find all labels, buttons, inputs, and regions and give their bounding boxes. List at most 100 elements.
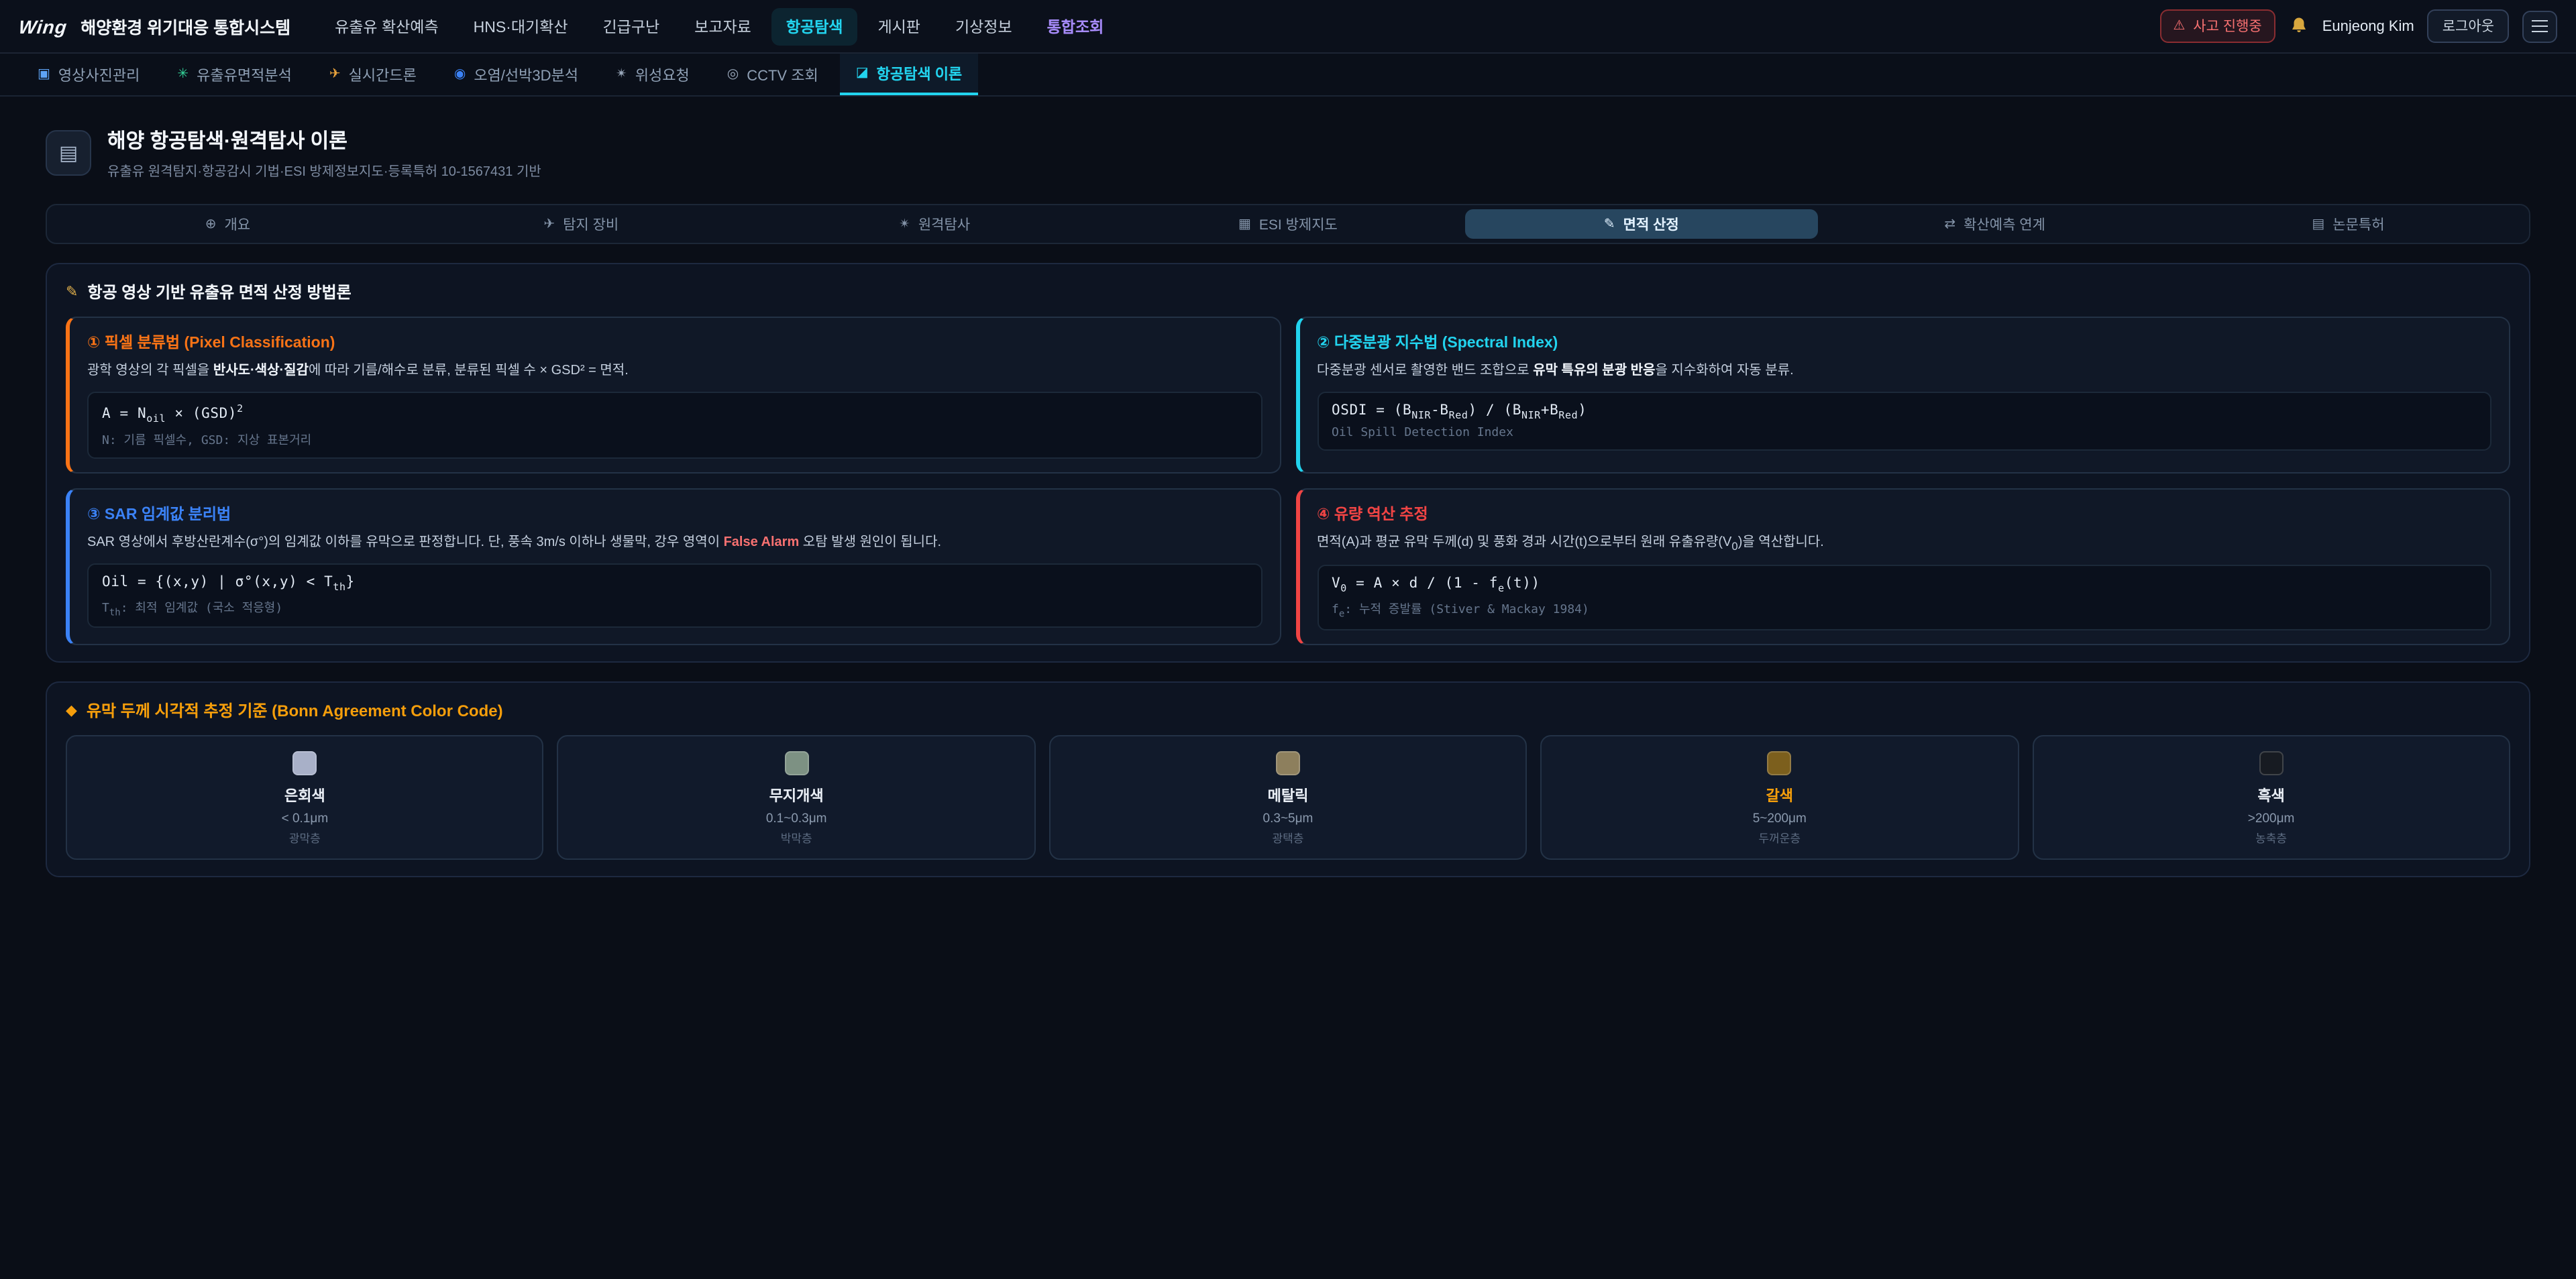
method-card-title: ② 다중분광 지수법 (Spectral Index) <box>1317 331 2491 353</box>
method-card-title: ④ 유량 역산 추정 <box>1317 502 2491 524</box>
page-subtitle: 유출유 원격탐지·항공감시 기법·ESI 방제정보지도·등록특허 10-1567… <box>107 160 541 180</box>
subtab-label: 항공탐색 이론 <box>877 62 963 84</box>
subnav-tab-satellite-request[interactable]: ✴ 위성요청 <box>600 54 706 95</box>
tab-area-calculation[interactable]: ✎ 면적 산정 <box>1464 209 1818 239</box>
top-navbar: Wing 해양환경 위기대응 통합시스템 유출유 확산예측 HNS·대기확산 긴… <box>0 0 2576 54</box>
subnav-tab-ship-3d-analysis[interactable]: ◉ 오염/선박3D분석 <box>438 54 594 95</box>
document-icon: ▤ <box>2312 217 2324 231</box>
method-card-body: 면적(A)과 평균 유막 두께(d) 및 풍화 경과 시간(t)으로부터 원래 … <box>1317 532 2491 554</box>
sub-navbar: ▣ 영상사진관리 ✳ 유출유면적분석 ✈ 실시간드론 ◉ 오염/선박3D분석 ✴… <box>0 54 2576 97</box>
nav-item-hns-diffusion[interactable]: HNS·대기확산 <box>459 7 583 45</box>
subtab-label: 영상사진관리 <box>58 64 140 85</box>
formula-box: OSDI = (BNIR-BRed) / (BNIR+BRed) Oil Spi… <box>1317 392 2491 451</box>
subnav-tab-oil-area-analysis[interactable]: ✳ 유출유면적분석 <box>161 54 307 95</box>
tab-overview[interactable]: ⊕ 개요 <box>51 209 405 239</box>
subnav-tab-aerial-theory[interactable]: ◪ 항공탐색 이론 <box>840 54 978 95</box>
bonn-color-name: 은회색 <box>80 785 529 806</box>
bonn-color-name: 흑색 <box>2047 785 2496 806</box>
subtab-label: 오염/선박3D분석 <box>474 64 578 85</box>
method-card-body: 다중분광 센서로 촬영한 밴드 조합으로 유막 특유의 분광 반응을 지수화하여… <box>1317 361 2491 381</box>
drone-icon: ✈ <box>329 67 341 82</box>
nav-item-spill-prediction[interactable]: 유출유 확산예측 <box>320 7 453 45</box>
bonn-thickness-range: 5~200μm <box>1555 812 2004 826</box>
nav-item-aerial-search[interactable]: 항공탐색 <box>771 7 858 45</box>
bonn-layer-label: 두꺼운층 <box>1555 830 2004 846</box>
incident-status-badge[interactable]: ⚠ 사고 진행중 <box>2159 9 2275 43</box>
menu-button[interactable] <box>2522 10 2557 42</box>
tab-detection-equipment[interactable]: ✈ 탐지 장비 <box>405 209 758 239</box>
tab-diffusion-link[interactable]: ⇄ 확산예측 연계 <box>1818 209 2171 239</box>
formula: Oil = {(x,y) | σ°(x,y) < Tth} <box>102 573 1247 592</box>
method-card-body: SAR 영상에서 후방산란계수(σ°)의 임계값 이하를 유막으로 판정합니다.… <box>87 532 1262 552</box>
method-card-title: ① 픽셀 분류법 (Pixel Classification) <box>87 331 1262 353</box>
method-card-title: ③ SAR 임계값 분리법 <box>87 502 1262 524</box>
color-swatch <box>292 751 317 775</box>
sphere-icon: ◉ <box>454 67 466 82</box>
asterisk-icon: ✳ <box>177 67 189 82</box>
nav-item-integrated-search[interactable]: 통합조회 <box>1032 7 1119 45</box>
link-icon: ⇄ <box>1944 217 1955 231</box>
map-icon: ▦ <box>1238 217 1251 231</box>
formula-note: fe: 누적 증발률 (Stiver & Mackay 1984) <box>1332 600 2477 620</box>
bonn-thickness-range: 0.1~0.3μm <box>572 812 1021 826</box>
cctv-icon: ◎ <box>727 67 739 82</box>
image-icon: ▣ <box>38 67 50 82</box>
tab-esi-map[interactable]: ▦ ESI 방제지도 <box>1112 209 1465 239</box>
nav-item-emergency-rescue[interactable]: 긴급구난 <box>588 7 675 45</box>
bonn-card-black: 흑색 >200μm 농축층 <box>2032 735 2510 860</box>
formula-note: Tth: 최적 임계값 (국소 적응형) <box>102 598 1247 618</box>
bonn-thickness-range: 0.3~5μm <box>1064 812 1513 826</box>
method-card-sar-threshold: ③ SAR 임계값 분리법 SAR 영상에서 후방산란계수(σ°)의 임계값 이… <box>66 488 1281 645</box>
method-card-body: 광학 영상의 각 픽셀을 반사도·색상·질감에 따라 기름/해수로 분류, 분류… <box>87 361 1262 381</box>
formula: OSDI = (BNIR-BRed) / (BNIR+BRed) <box>1332 402 2477 421</box>
subnav-tab-realtime-drone[interactable]: ✈ 실시간드론 <box>313 54 433 95</box>
bonn-layer-label: 농축층 <box>2047 830 2496 846</box>
bonn-card-silver: 은회색 < 0.1μm 광막층 <box>66 735 544 860</box>
bonn-thickness-range: < 0.1μm <box>80 812 529 826</box>
method-card-pixel-classification: ① 픽셀 분류법 (Pixel Classification) 광학 영상의 각… <box>66 317 1281 473</box>
theory-page-icon: ▤ <box>46 130 91 176</box>
tab-remote-sensing[interactable]: ✴ 원격탐사 <box>758 209 1112 239</box>
bonn-color-name: 무지개색 <box>572 785 1021 806</box>
formula-box: V0 = A × d / (1 - fe(t)) fe: 누적 증발률 (Sti… <box>1317 565 2491 630</box>
logout-button[interactable]: 로그아웃 <box>2428 9 2509 43</box>
bonn-color-name: 메탈릭 <box>1064 785 1513 806</box>
bonn-cards-grid: 은회색 < 0.1μm 광막층 무지개색 0.1~0.3μm 박막층 메탈릭 0… <box>66 735 2510 860</box>
palette-icon: ◆ <box>66 702 77 719</box>
formula-box: A = Noil × (GSD)2 N: 기름 픽셀수, GSD: 지상 표본거… <box>87 392 1262 458</box>
nav-item-reports[interactable]: 보고자료 <box>680 7 766 45</box>
brand: Wing 해양환경 위기대응 통합시스템 <box>19 13 290 39</box>
bonn-card-brown: 갈색 5~200μm 두꺼운층 <box>1540 735 2019 860</box>
pencil-icon: ✎ <box>1604 217 1615 231</box>
subtab-label: 위성요청 <box>635 64 690 85</box>
bonn-card-rainbow: 무지개색 0.1~0.3μm 박막층 <box>557 735 1036 860</box>
formula: V0 = A × d / (1 - fe(t)) <box>1332 575 2477 594</box>
nav-item-weather-info[interactable]: 기상정보 <box>941 7 1027 45</box>
app-title: 해양환경 위기대응 통합시스템 <box>80 13 290 39</box>
tab-papers-patents[interactable]: ▤ 논문특허 <box>2171 209 2525 239</box>
brand-logo: Wing <box>17 15 68 37</box>
nav-item-board[interactable]: 게시판 <box>863 7 935 45</box>
method-card-spectral-index: ② 다중분광 지수법 (Spectral Index) 다중분광 센서로 촬영한… <box>1295 317 2510 473</box>
color-swatch <box>1276 751 1300 775</box>
notification-bell-icon[interactable] <box>2289 16 2309 36</box>
pencil-icon: ✎ <box>66 283 78 300</box>
user-name: Eunjeong Kim <box>2322 18 2414 34</box>
subnav-tab-cctv-view[interactable]: ◎ CCTV 조회 <box>711 54 835 95</box>
chart-icon: ◪ <box>856 66 869 80</box>
bonn-thickness-range: >200μm <box>2047 812 2496 826</box>
bonn-color-code-panel: ◆ 유막 두께 시각적 추정 기준 (Bonn Agreement Color … <box>46 681 2530 877</box>
page-title: 해양 항공탐색·원격탐사 이론 <box>107 126 541 154</box>
color-swatch <box>1768 751 1792 775</box>
color-swatch <box>784 751 808 775</box>
incident-status-label: 사고 진행중 <box>2193 16 2261 36</box>
bonn-layer-label: 광막층 <box>80 830 529 846</box>
color-swatch <box>2259 751 2284 775</box>
plane-icon: ✈ <box>543 217 555 231</box>
subnav-tab-photo-management[interactable]: ▣ 영상사진관리 <box>21 54 156 95</box>
subtab-label: 유출유면적분석 <box>197 64 292 85</box>
formula-box: Oil = {(x,y) | σ°(x,y) < Tth} Tth: 최적 임계… <box>87 563 1262 628</box>
page-header: ▤ 해양 항공탐색·원격탐사 이론 유출유 원격탐지·항공감시 기법·ESI 방… <box>46 126 2530 180</box>
bonn-card-metallic: 메탈릭 0.3~5μm 광택층 <box>1049 735 1527 860</box>
topnav-right-controls: ⚠ 사고 진행중 Eunjeong Kim 로그아웃 <box>2159 9 2557 43</box>
